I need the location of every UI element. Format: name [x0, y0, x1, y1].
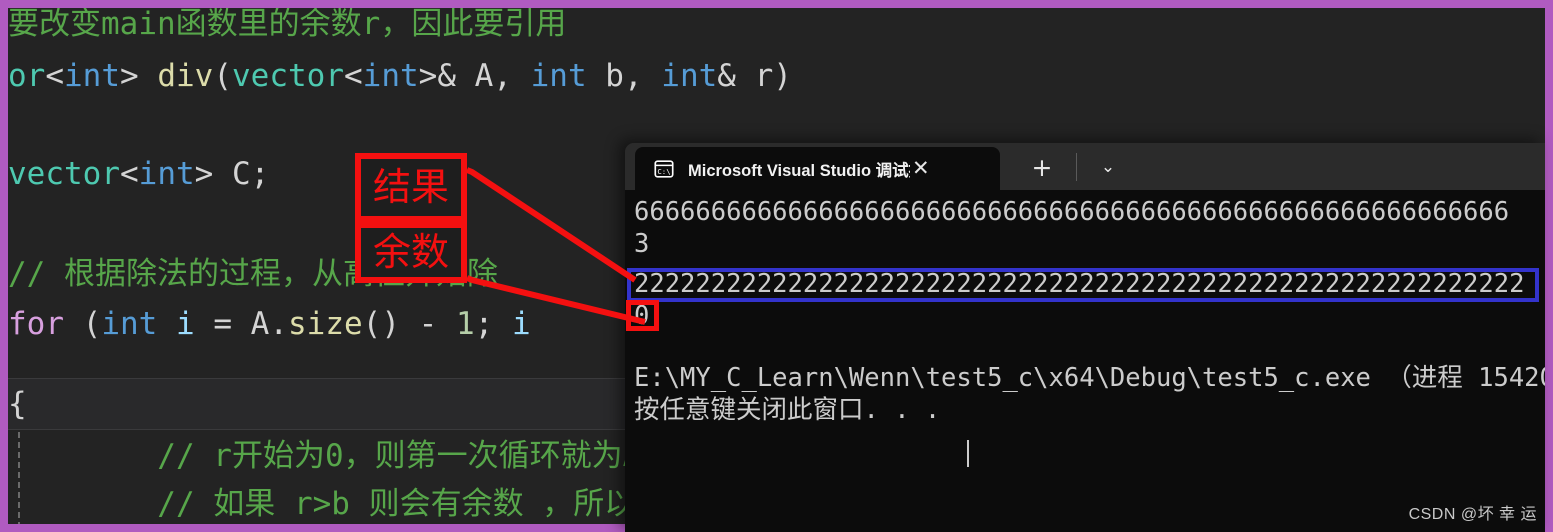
code-token: () -	[362, 306, 456, 342]
chevron-down-icon[interactable]: ⌄	[1091, 151, 1125, 183]
code-token: int	[101, 306, 158, 342]
text-caret	[967, 440, 969, 467]
code-line: for (int i = A.size() - 1; i	[8, 298, 531, 350]
console-output-line: 0	[634, 301, 650, 331]
code-token: vector	[8, 156, 120, 192]
image-purple-border: 要改变main函数里的余数r，因此要引用 or<int> div(vector<i…	[0, 0, 1553, 532]
console-cmd-icon: C:\	[654, 159, 674, 178]
console-output-line: 2222222222222222222222222222222222222222…	[634, 269, 1525, 299]
indent-guide	[18, 432, 20, 524]
code-token: int	[138, 156, 195, 192]
code-token: int	[64, 58, 120, 94]
svg-text:C:\: C:\	[657, 167, 670, 176]
console-output-line: 3	[634, 229, 650, 259]
code-line: or<int> div(vector<int>& A, int b, int& …	[8, 50, 792, 102]
console-output-line: 6666666666666666666666666666666666666666…	[634, 197, 1510, 227]
code-token: {	[8, 386, 27, 422]
annotation-result-label: 结果	[355, 153, 467, 222]
code-token: div	[157, 58, 214, 94]
code-token: >& A,	[418, 58, 531, 94]
code-line: // 如果 r>b 则会有余数 ，所以	[8, 478, 635, 524]
code-token: > C;	[194, 156, 270, 192]
code-line: {	[8, 378, 27, 430]
code-token: size	[288, 306, 363, 342]
terminal-tab-active[interactable]: C:\ Microsoft Visual Studio 调试控 ✕	[635, 147, 1000, 190]
code-line: // r开始为0，则第一次循环就为A	[8, 430, 641, 482]
code-token: or	[8, 58, 46, 94]
terminal-tab-title: Microsoft Visual Studio 调试控	[688, 161, 910, 180]
code-token: int	[362, 58, 419, 94]
console-output-area[interactable]: 6666666666666666666666666666666666666666…	[625, 190, 1545, 532]
annotation-remainder-label: 余数	[355, 222, 467, 283]
code-token: int	[530, 58, 587, 94]
new-tab-icon[interactable]: +	[1025, 153, 1059, 183]
code-token: <	[119, 156, 139, 192]
code-token: int	[661, 58, 718, 94]
csdn-watermark: CSDN @坏 幸 运	[1408, 506, 1537, 523]
code-token: i	[176, 306, 195, 342]
code-token: & r)	[717, 58, 792, 94]
code-token: ;	[474, 306, 512, 342]
code-line: 要改变main函数里的余数r，因此要引用	[8, 8, 566, 50]
code-token: for	[8, 306, 64, 342]
console-output-line: 按任意键关闭此窗口. . .	[634, 395, 941, 425]
terminal-tab-bar: C:\ Microsoft Visual Studio 调试控 ✕ + ⌄	[625, 143, 1545, 190]
code-token: 1	[455, 306, 475, 342]
code-line: vector<int> C;	[8, 148, 269, 200]
code-token: <	[45, 58, 64, 94]
windows-terminal-window[interactable]: C:\ Microsoft Visual Studio 调试控 ✕ + ⌄ 66…	[625, 143, 1545, 532]
code-token: 要改变main函数里的余数r，因此要引用	[8, 8, 567, 42]
code-token: b,	[586, 58, 662, 94]
code-token: // r开始为0，则第一次循环就为A	[8, 438, 642, 474]
code-token: i	[511, 306, 531, 342]
code-token: // 如果 r>b 则会有余数 ，所以	[8, 486, 636, 522]
code-token: vector	[232, 58, 344, 94]
tab-bar-divider	[1076, 153, 1077, 181]
close-icon[interactable]: ✕	[912, 158, 930, 179]
code-token: (	[64, 306, 102, 342]
code-token: <	[343, 58, 363, 94]
code-token: >	[120, 58, 158, 94]
code-token: = A.	[194, 306, 288, 342]
code-token: (	[213, 58, 232, 94]
console-output-line: E:\MY_C_Learn\Wenn\test5_c\x64\Debug\tes…	[634, 363, 1545, 393]
